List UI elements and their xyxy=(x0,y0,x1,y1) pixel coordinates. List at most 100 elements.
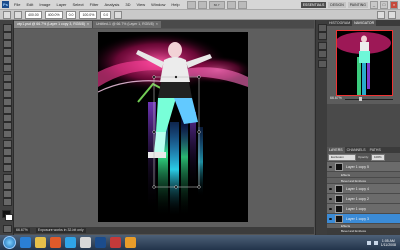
app-icon[interactable] xyxy=(80,237,91,248)
acrobat-icon[interactable] xyxy=(110,237,121,248)
right-panels: HISTOGRAM NAVIGATOR 66.67% LAYERS CHANNE… xyxy=(327,20,400,235)
tab-wip1[interactable]: wip1.psd @ 66.7% (Layer 1 copy 3, RGB/8)… xyxy=(14,21,92,28)
path-select-tool-icon[interactable] xyxy=(3,156,12,164)
panel-icon-2[interactable] xyxy=(318,32,327,40)
blur-tool-icon[interactable] xyxy=(3,122,12,130)
menu-file[interactable]: File xyxy=(11,2,23,7)
warp-icon[interactable] xyxy=(114,10,123,19)
minimize-button[interactable]: _ xyxy=(370,0,378,9)
clock[interactable]: 1:05 AM 1/11/2008 xyxy=(381,239,396,247)
zoom-level-select[interactable]: 66.7 xyxy=(208,0,225,9)
navigator-slider-knob[interactable] xyxy=(359,97,362,101)
menu-layer[interactable]: Layer xyxy=(53,2,69,7)
canvas-area[interactable] xyxy=(14,29,314,227)
marquee-tool-icon[interactable] xyxy=(3,32,12,40)
mini-bridge-icon[interactable] xyxy=(197,0,207,9)
pen-tool-icon[interactable] xyxy=(3,140,12,148)
zoom-icon[interactable] xyxy=(237,0,247,9)
reference-point-icon[interactable] xyxy=(14,10,22,19)
lasso-tool-icon[interactable] xyxy=(3,40,12,48)
crop-tool-icon[interactable] xyxy=(3,56,12,64)
close-icon[interactable]: × xyxy=(87,21,89,28)
menu-select[interactable]: Select xyxy=(70,2,87,7)
background-color-swatch[interactable] xyxy=(5,214,13,221)
workspace-essentials[interactable]: ESSENTIALS xyxy=(300,1,327,8)
move-tool-icon[interactable] xyxy=(3,24,12,32)
eye-icon[interactable] xyxy=(328,187,333,191)
eraser-tool-icon[interactable] xyxy=(3,106,12,114)
layer-row[interactable]: Layer 1 copy 2 xyxy=(327,194,400,204)
opacity-field[interactable]: 100% xyxy=(371,153,385,161)
3d-rotate-tool-icon[interactable] xyxy=(3,174,12,182)
status-zoom[interactable]: 66.67% xyxy=(14,228,30,233)
media-player-icon[interactable] xyxy=(50,237,61,248)
tool-preset-icon[interactable] xyxy=(3,10,11,19)
width-field[interactable]: 400.0% xyxy=(44,10,63,19)
eye-icon[interactable] xyxy=(328,165,333,169)
menu-analysis[interactable]: Analysis xyxy=(102,2,123,7)
x-position-field[interactable]: 400.00 xyxy=(25,10,42,19)
workspace-painting[interactable]: PAINTING xyxy=(347,1,368,8)
hand-tool-icon[interactable] xyxy=(3,190,12,198)
zoom-tool-icon[interactable] xyxy=(3,198,12,206)
panel-icon-4[interactable] xyxy=(318,50,327,58)
history-brush-tool-icon[interactable] xyxy=(3,98,12,106)
menu-image[interactable]: Image xyxy=(36,2,53,7)
artwork-canvas[interactable] xyxy=(98,32,248,222)
eye-icon[interactable] xyxy=(328,217,333,221)
type-tool-icon[interactable] xyxy=(3,148,12,156)
navigator-thumbnail[interactable] xyxy=(336,30,393,96)
skype-icon[interactable] xyxy=(65,237,76,248)
navigator-zoom-value[interactable]: 66.67% xyxy=(330,96,342,100)
close-button[interactable]: × xyxy=(390,0,398,9)
panel-icon-1[interactable] xyxy=(318,24,327,32)
layer-row[interactable]: Layer 1 copy 5 xyxy=(327,162,400,172)
layer-thumbnail xyxy=(335,214,343,223)
layer-row[interactable]: Layer 1 copy 4 xyxy=(327,184,400,194)
firefox-icon[interactable] xyxy=(125,237,136,248)
eyedropper-tool-icon[interactable] xyxy=(3,64,12,72)
menu-edit[interactable]: Edit xyxy=(23,2,36,7)
maximize-button[interactable]: □ xyxy=(380,0,388,9)
menu-help[interactable]: Help xyxy=(168,2,182,7)
eye-icon[interactable] xyxy=(328,197,333,201)
hand-icon[interactable] xyxy=(226,0,236,9)
brush-tool-icon[interactable] xyxy=(3,82,12,90)
menu-filter[interactable]: Filter xyxy=(87,2,102,7)
quick-mask-icon[interactable] xyxy=(3,225,12,233)
tab-untitled-1[interactable]: Untitled-1 @ 66.7% (Layer 1, RGB/8) × xyxy=(93,21,161,28)
start-button[interactable] xyxy=(3,236,16,249)
layer-row[interactable]: Layer 1 copy xyxy=(327,204,400,214)
volume-icon[interactable] xyxy=(373,240,378,245)
panel-icon-3[interactable] xyxy=(318,42,327,50)
menu-window[interactable]: Window xyxy=(148,2,168,7)
3d-camera-tool-icon[interactable] xyxy=(3,182,12,190)
dodge-tool-icon[interactable] xyxy=(3,130,12,138)
gradient-tool-icon[interactable] xyxy=(3,114,12,122)
layer-thumbnail xyxy=(335,162,343,171)
skew-field[interactable]: 0.0 xyxy=(100,10,112,19)
commit-transform-icon[interactable] xyxy=(388,10,396,19)
workspace-design[interactable]: DESIGN xyxy=(328,1,346,8)
close-icon[interactable]: × xyxy=(156,21,158,28)
eye-icon[interactable] xyxy=(328,207,333,211)
folder-icon[interactable] xyxy=(35,237,46,248)
shape-tool-icon[interactable] xyxy=(3,164,12,172)
ie-icon[interactable] xyxy=(20,237,31,248)
photoshop-taskbar-icon[interactable] xyxy=(95,237,106,248)
blend-mode-select[interactable]: Exclusion xyxy=(328,153,356,161)
clone-stamp-tool-icon[interactable] xyxy=(3,90,12,98)
panel-icon-5[interactable] xyxy=(318,60,327,68)
menu-view[interactable]: View xyxy=(134,2,149,7)
healing-brush-tool-icon[interactable] xyxy=(3,74,12,82)
layer-row-selected[interactable]: Layer 1 copy 3 xyxy=(327,214,400,224)
layer-name: Layer 1 copy xyxy=(346,206,367,211)
quick-select-tool-icon[interactable] xyxy=(3,48,12,56)
menu-3d[interactable]: 3D xyxy=(122,2,133,7)
cancel-transform-icon[interactable] xyxy=(377,10,385,19)
network-icon[interactable] xyxy=(366,240,371,245)
bridge-icon[interactable] xyxy=(186,0,196,9)
height-field[interactable]: 100.0% xyxy=(79,10,98,19)
navigator-zoom-slider[interactable] xyxy=(345,99,393,100)
angle-field[interactable]: 0.0 xyxy=(65,10,77,19)
